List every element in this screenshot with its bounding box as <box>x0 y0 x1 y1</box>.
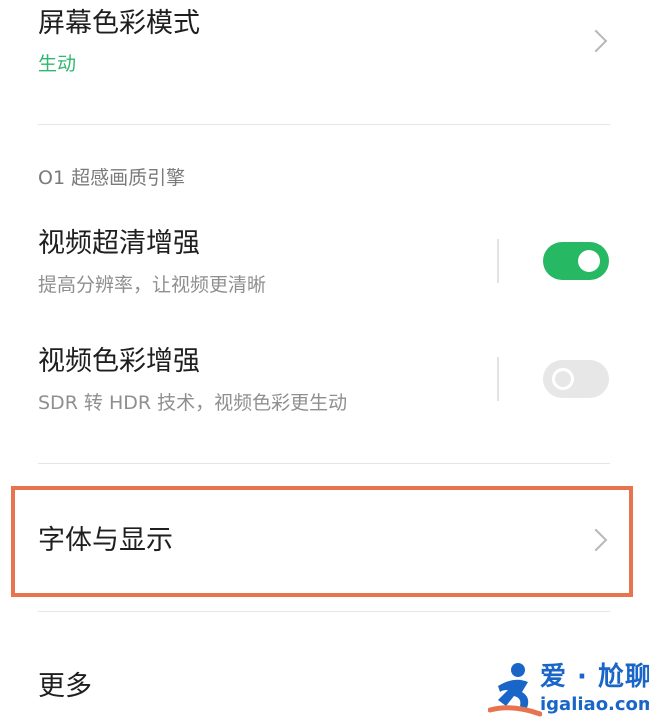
divider <box>38 611 610 612</box>
vertical-separator <box>497 357 499 401</box>
toggle-knob <box>552 368 574 390</box>
font-display-title: 字体与显示 <box>38 525 173 556</box>
divider <box>38 124 610 125</box>
more-title: 更多 <box>38 671 92 702</box>
watermark-name: 爱 · 尬聊 <box>540 662 649 692</box>
divider <box>38 463 610 464</box>
chevron-right-icon <box>584 528 608 552</box>
runner-logo-icon <box>488 663 542 717</box>
watermark: 爱 · 尬聊 igaliao.com <box>488 656 649 724</box>
video-color-enhance-subtitle: SDR 转 HDR 技术，视频色彩更生动 <box>38 392 348 414</box>
screen-color-mode-row[interactable]: 屏幕色彩模式 生动 <box>0 0 649 110</box>
font-display-row[interactable]: 字体与显示 <box>15 490 629 593</box>
video-super-resolution-title: 视频超清增强 <box>38 228 200 259</box>
video-super-resolution-subtitle: 提高分辨率，让视频更清晰 <box>38 274 267 296</box>
screen-color-mode-value: 生动 <box>38 53 77 75</box>
video-super-resolution-row: 视频超清增强 提高分辨率，让视频更清晰 <box>0 222 649 302</box>
video-super-resolution-toggle[interactable] <box>543 242 609 280</box>
video-color-enhance-toggle[interactable] <box>543 360 609 398</box>
screen-color-mode-title: 屏幕色彩模式 <box>38 8 200 39</box>
chevron-right-icon <box>584 29 608 53</box>
video-color-enhance-title: 视频色彩增强 <box>38 346 200 377</box>
watermark-url: igaliao.com <box>540 694 649 715</box>
video-color-enhance-row: 视频色彩增强 SDR 转 HDR 技术，视频色彩更生动 <box>0 340 649 420</box>
vertical-separator <box>497 239 499 283</box>
toggle-knob <box>578 250 600 272</box>
section-header-o1-engine: O1 超感画质引擎 <box>38 167 186 189</box>
